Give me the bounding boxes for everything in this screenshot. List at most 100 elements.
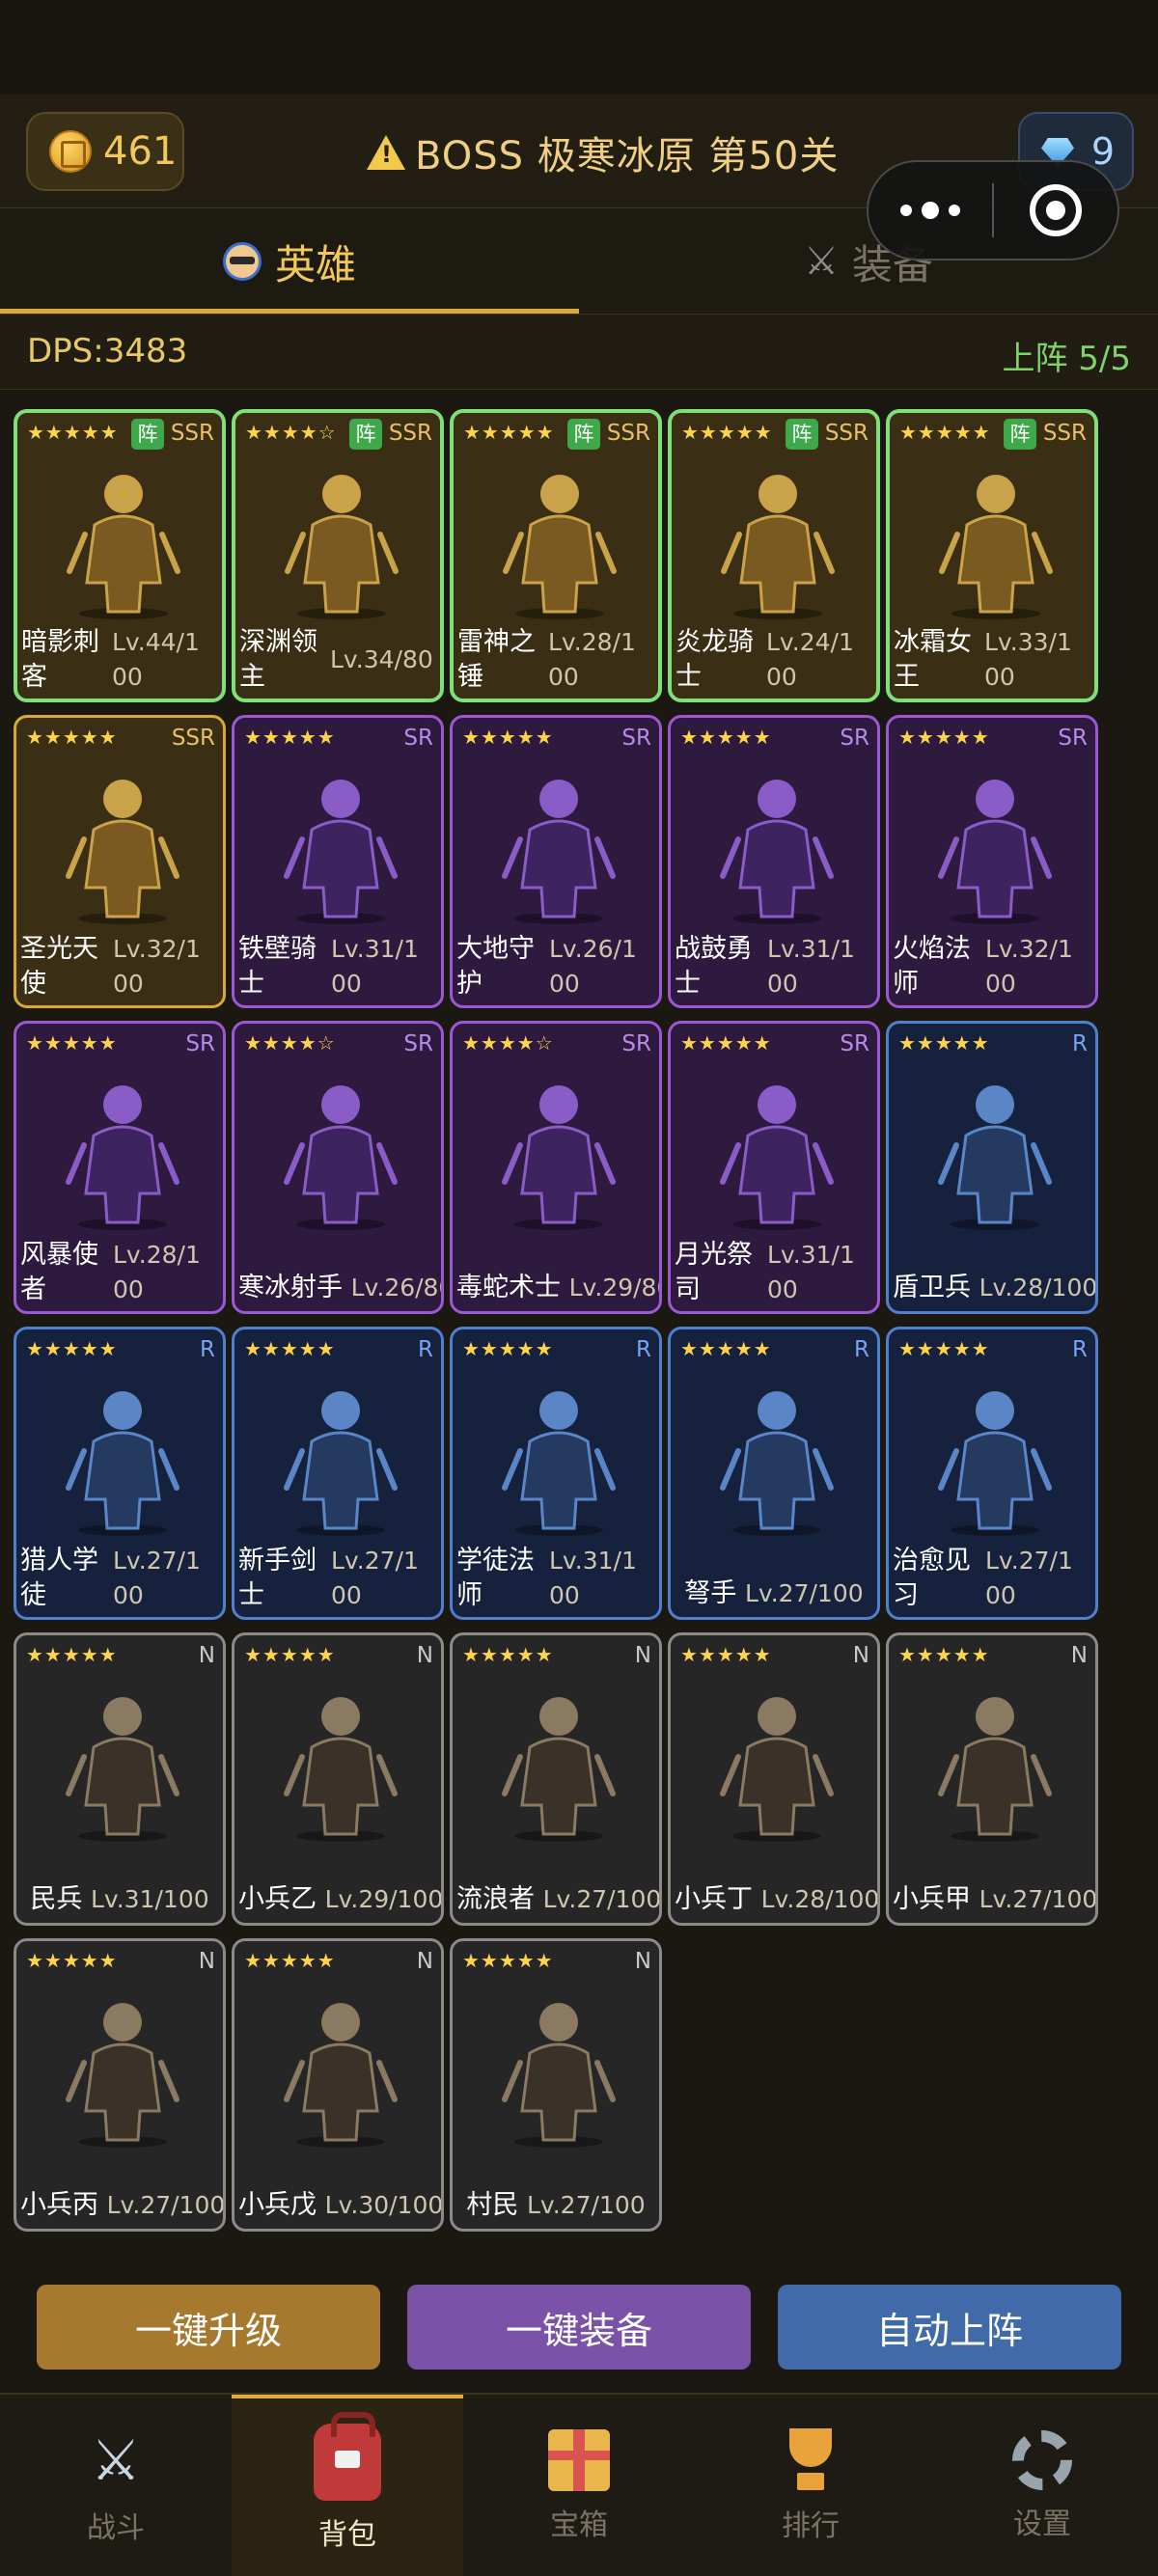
- hero-portrait: [503, 475, 617, 619]
- nav-battle-label: 战斗: [87, 2511, 145, 2545]
- hero-level-line: Lv.44/1: [112, 628, 200, 656]
- hero-portrait: [939, 475, 1053, 619]
- hero-card[interactable]: ★★★★★ R 弩手 Lv.27/100: [668, 1327, 880, 1620]
- hero-card[interactable]: ★★★★★ 阵 SSR 雷神之锤 Lv.28/1 00: [450, 409, 662, 702]
- upgrade-all-button[interactable]: 一键升级: [37, 2285, 380, 2370]
- coin-value: 461: [103, 129, 178, 174]
- hero-level-line: Lv.31/1: [767, 935, 855, 963]
- rarity-label: N: [634, 1643, 651, 1668]
- hero-name-level: 小兵戊 Lv.30/100: [238, 2188, 441, 2223]
- hero-portrait: [66, 2003, 179, 2148]
- hero-level: Lv.27/100: [979, 1885, 1098, 1913]
- hero-portrait: [502, 1697, 616, 1842]
- hero-card[interactable]: ★★★★★ SR 战鼓勇士 Lv.31/1 00: [668, 715, 880, 1008]
- hero-card[interactable]: ★★★★☆ 阵 SSR 深渊领主 Lv.34/80: [232, 409, 444, 702]
- hero-level: Lv.27/100: [113, 1544, 217, 1613]
- nav-settings-label: 设置: [1013, 2507, 1071, 2541]
- hero-card[interactable]: ★★★★★ SR 风暴使者 Lv.28/1 00: [14, 1021, 226, 1314]
- nav-ranking-label: 排行: [782, 2509, 840, 2543]
- hero-card[interactable]: ★★★★★ N 村民 Lv.27/100: [450, 1938, 662, 2232]
- hero-name-line: 火焰法: [893, 934, 971, 964]
- star-rating: ★★★★★: [898, 1643, 990, 1666]
- boss-stage-label: BOSS 极寒冰原 第50关: [367, 123, 839, 181]
- equip-all-button[interactable]: 一键装备: [407, 2285, 751, 2370]
- hero-card[interactable]: ★★★★★ R 猎人学徒 Lv.27/1 00: [14, 1327, 226, 1620]
- nav-ranking[interactable]: 排行: [695, 2395, 926, 2576]
- rarity-label: SR: [403, 726, 433, 751]
- hero-name-level: 小兵丙 Lv.27/100: [20, 2188, 223, 2223]
- hero-icon: [222, 242, 262, 281]
- hero-grid: ★★★★★ 阵 SSR 暗影刺客 Lv.44/1 00 ★★★★☆ 阵 SSR 深渊领主 Lv.34…: [0, 390, 1158, 2261]
- hero-card[interactable]: ★★★★★ SSR 圣光天使 Lv.32/1 00: [14, 715, 226, 1008]
- coin-counter[interactable]: 461: [26, 112, 184, 191]
- star-rating: ★★★★☆: [244, 1031, 336, 1055]
- star-rating: ★★★★☆: [245, 421, 337, 444]
- status-area: [0, 0, 1158, 95]
- hero-card[interactable]: ★★★★★ N 小兵戊 Lv.30/100: [232, 1938, 444, 2232]
- hero-card[interactable]: ★★★★★ SR 大地守护 Lv.26/1 00: [450, 715, 662, 1008]
- hero-card[interactable]: ★★★★★ N 小兵丁 Lv.28/100: [668, 1632, 880, 1926]
- hero-portrait: [66, 1697, 179, 1842]
- hero-level: Lv.31/100: [90, 1885, 209, 1913]
- star-rating: ★★★★★: [244, 726, 336, 749]
- hero-name: 火焰法师: [893, 932, 989, 1001]
- rarity-label: SR: [621, 1031, 651, 1056]
- hero-card[interactable]: ★★★★★ N 民兵 Lv.31/100: [14, 1632, 226, 1926]
- nav-backpack[interactable]: 背包: [232, 2395, 463, 2576]
- hero-level: Lv.29/100: [324, 1885, 444, 1913]
- hero-card[interactable]: ★★★★★ N 小兵乙 Lv.29/100: [232, 1632, 444, 1926]
- hero-name: 小兵丙: [20, 2190, 98, 2220]
- rarity-label: SSR: [606, 421, 650, 446]
- hero-level: Lv.29/80: [568, 1274, 662, 1302]
- hero-card[interactable]: ★★★★★ SR 铁壁骑士 Lv.31/1 00: [232, 715, 444, 1008]
- hero-card[interactable]: ★★★★☆ SR 寒冰射手 Lv.26/80: [232, 1021, 444, 1314]
- hero-card[interactable]: ★★★★★ N 小兵丙 Lv.27/100: [14, 1938, 226, 2232]
- hero-name-line: 习: [893, 1580, 919, 1610]
- more-menu-button[interactable]: [868, 202, 992, 219]
- hero-card[interactable]: ★★★★★ 阵 SSR 冰霜女王 Lv.33/1 00: [886, 409, 1098, 702]
- hero-card[interactable]: ★★★★★ N 小兵甲 Lv.27/100: [886, 1632, 1098, 1926]
- hero-portrait: [720, 1391, 834, 1536]
- hero-name: 村民: [466, 2190, 519, 2220]
- hero-name: 流浪者: [456, 1884, 535, 1914]
- hero-level: Lv.31/1 00: [767, 932, 871, 1001]
- hero-card[interactable]: ★★★★★ 阵 SSR 暗影刺客 Lv.44/1 00: [14, 409, 226, 702]
- hero-name-level: 流浪者 Lv.27/100: [456, 1882, 659, 1917]
- hero-card[interactable]: ★★★★★ SR 火焰法师 Lv.32/1 00: [886, 715, 1098, 1008]
- star-rating: ★★★★★: [462, 1643, 554, 1666]
- hero-card[interactable]: ★★★★★ R 新手剑士 Lv.27/1 00: [232, 1327, 444, 1620]
- nav-settings[interactable]: 设置: [926, 2395, 1158, 2576]
- hero-portrait: [502, 2003, 616, 2148]
- hero-name-line: 师: [893, 969, 919, 999]
- hero-level-line: Lv.24/1: [766, 628, 854, 656]
- hero-level-line: 00: [549, 970, 580, 998]
- hero-card[interactable]: ★★★★★ R 学徒法师 Lv.31/1 00: [450, 1327, 662, 1620]
- star-rating: ★★★★★: [899, 421, 991, 444]
- nav-battle[interactable]: ⚔ 战斗: [0, 2395, 232, 2576]
- hero-card[interactable]: ★★★★★ 阵 SSR 炎龙骑士 Lv.24/1 00: [668, 409, 880, 702]
- close-program-button[interactable]: [994, 184, 1117, 236]
- rarity-label: R: [1072, 1337, 1088, 1362]
- hero-level: Lv.31/100: [767, 1238, 871, 1307]
- hero-portrait: [720, 1697, 834, 1842]
- hero-portrait: [938, 1391, 1052, 1536]
- hero-card[interactable]: ★★★★★ SR 月光祭司 Lv.31/1 00: [668, 1021, 880, 1314]
- star-rating: ★★★★★: [680, 1643, 772, 1666]
- rarity-label: SR: [1058, 726, 1088, 751]
- hero-name: 学徒法师: [456, 1544, 553, 1613]
- target-icon: [1029, 184, 1082, 236]
- hero-name-level: 盾卫兵 Lv.28/100: [893, 1271, 1095, 1305]
- rarity-label: SSR: [170, 421, 214, 446]
- star-rating: ★★★★★: [462, 726, 554, 749]
- hero-card[interactable]: ★★★★★ R 治愈见习 Lv.27/1 00: [886, 1327, 1098, 1620]
- hero-name: 治愈见习: [893, 1544, 989, 1613]
- nav-chest[interactable]: 宝箱: [463, 2395, 695, 2576]
- hero-level-line: 00: [767, 970, 798, 998]
- hero-card[interactable]: ★★★★☆ SR 毒蛇术士 Lv.29/80: [450, 1021, 662, 1314]
- hero-card[interactable]: ★★★★★ R 盾卫兵 Lv.28/100: [886, 1021, 1098, 1314]
- tab-heroes[interactable]: 英雄: [0, 208, 579, 315]
- hero-card[interactable]: ★★★★★ N 流浪者 Lv.27/100: [450, 1632, 662, 1926]
- auto-deploy-button[interactable]: 自动上阵: [778, 2285, 1121, 2370]
- rarity-label: SR: [621, 726, 651, 751]
- hero-name: 小兵戊: [238, 2190, 317, 2220]
